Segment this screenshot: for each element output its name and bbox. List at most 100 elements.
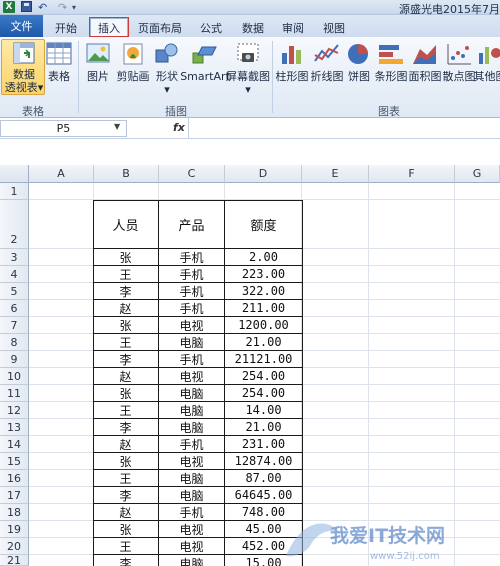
table-cell-amount[interactable]: 211.00 <box>225 300 303 317</box>
row-header-18[interactable]: 18 <box>0 504 29 521</box>
row-header-1[interactable]: 1 <box>0 183 29 200</box>
table-cell-product[interactable]: 电脑 <box>159 555 225 566</box>
table-cell-person[interactable]: 赵 <box>93 504 159 521</box>
table-cell-product[interactable]: 手机 <box>159 266 225 283</box>
table-cell-amount[interactable]: 21.00 <box>225 334 303 351</box>
row-header-7[interactable]: 7 <box>0 317 29 334</box>
area-chart-button[interactable]: 面积图 <box>408 41 442 83</box>
table-cell-product[interactable]: 手机 <box>159 504 225 521</box>
row-header-4[interactable]: 4 <box>0 266 29 283</box>
table-cell-amount[interactable]: 254.00 <box>225 368 303 385</box>
line-chart-button[interactable]: 折线图 <box>310 41 344 83</box>
column-header-d[interactable]: D <box>225 165 302 183</box>
pivot-table-button[interactable]: 数据 透视表▾ <box>4 41 44 94</box>
table-cell-amount[interactable]: 12874.00 <box>225 453 303 470</box>
table-cell-person[interactable]: 王 <box>93 402 159 419</box>
row-header-16[interactable]: 16 <box>0 470 29 487</box>
row-header-6[interactable]: 6 <box>0 300 29 317</box>
row-header-8[interactable]: 8 <box>0 334 29 351</box>
tab-home[interactable]: 开始 <box>46 18 86 37</box>
row-header-2[interactable]: 2 <box>0 200 29 249</box>
header-cell-amount[interactable]: 额度 <box>225 200 303 249</box>
other-charts-button[interactable]: 其他图 <box>474 41 500 83</box>
customize-quick-access-icon[interactable]: ▾ <box>72 1 76 13</box>
table-cell-product[interactable]: 手机 <box>159 300 225 317</box>
scatter-chart-button[interactable]: 散点图 <box>442 41 476 83</box>
select-all-corner[interactable] <box>0 165 29 183</box>
row-header-17[interactable]: 17 <box>0 487 29 504</box>
save-icon[interactable] <box>21 1 32 12</box>
tab-review[interactable]: 审阅 <box>277 18 309 37</box>
column-header-c[interactable]: C <box>159 165 225 183</box>
table-cell-amount[interactable]: 2.00 <box>225 249 303 266</box>
table-cell-person[interactable]: 王 <box>93 470 159 487</box>
table-cell-product[interactable]: 电视 <box>159 317 225 334</box>
row-header-13[interactable]: 13 <box>0 419 29 436</box>
table-cell-amount[interactable]: 254.00 <box>225 385 303 402</box>
screenshot-button[interactable]: 屏幕截图 ▾ <box>226 41 270 96</box>
row-header-11[interactable]: 11 <box>0 385 29 402</box>
smartart-button[interactable]: SmartArt <box>180 41 230 83</box>
table-cell-product[interactable]: 电视 <box>159 538 225 555</box>
bar-chart-button[interactable]: 条形图 <box>374 41 408 83</box>
table-cell-person[interactable]: 赵 <box>93 368 159 385</box>
table-cell-person[interactable]: 李 <box>93 283 159 300</box>
table-cell-person[interactable]: 赵 <box>93 300 159 317</box>
table-cell-product[interactable]: 手机 <box>159 351 225 368</box>
row-header-20[interactable]: 20 <box>0 538 29 555</box>
table-cell-amount[interactable]: 231.00 <box>225 436 303 453</box>
column-header-e[interactable]: E <box>302 165 369 183</box>
table-cell-amount[interactable]: 223.00 <box>225 266 303 283</box>
table-cell-person[interactable]: 张 <box>93 249 159 266</box>
tab-formulas[interactable]: 公式 <box>193 18 229 37</box>
table-cell-person[interactable]: 王 <box>93 334 159 351</box>
table-cell-person[interactable]: 张 <box>93 385 159 402</box>
table-cell-amount[interactable]: 1200.00 <box>225 317 303 334</box>
table-cell-person[interactable]: 王 <box>93 266 159 283</box>
name-box-dropdown-icon[interactable]: ▼ <box>114 122 120 131</box>
table-cell-product[interactable]: 电脑 <box>159 385 225 402</box>
pie-chart-button[interactable]: 饼图 <box>345 41 373 83</box>
table-cell-product[interactable]: 手机 <box>159 436 225 453</box>
redo-icon[interactable]: ↷ <box>58 1 67 14</box>
tab-view[interactable]: 视图 <box>318 18 350 37</box>
undo-icon[interactable]: ↶ <box>38 1 47 14</box>
table-cell-person[interactable]: 张 <box>93 521 159 538</box>
column-header-f[interactable]: F <box>369 165 455 183</box>
table-cell-amount[interactable]: 21.00 <box>225 419 303 436</box>
row-header-14[interactable]: 14 <box>0 436 29 453</box>
column-header-a[interactable]: A <box>29 165 94 183</box>
table-cell-person[interactable]: 张 <box>93 453 159 470</box>
name-box[interactable]: P5 <box>0 120 127 137</box>
row-header-15[interactable]: 15 <box>0 453 29 470</box>
row-header-5[interactable]: 5 <box>0 283 29 300</box>
table-cell-product[interactable]: 电视 <box>159 368 225 385</box>
column-header-g[interactable]: G <box>455 165 500 183</box>
table-cell-person[interactable]: 李 <box>93 487 159 504</box>
table-cell-product[interactable]: 电视 <box>159 453 225 470</box>
table-cell-amount[interactable]: 21121.00 <box>225 351 303 368</box>
table-cell-person[interactable]: 张 <box>93 317 159 334</box>
column-header-b[interactable]: B <box>94 165 159 183</box>
table-cell-amount[interactable]: 322.00 <box>225 283 303 300</box>
table-cell-product[interactable]: 电脑 <box>159 487 225 504</box>
picture-button[interactable]: 图片 <box>83 41 113 83</box>
header-cell-product[interactable]: 产品 <box>159 200 225 249</box>
header-cell-person[interactable]: 人员 <box>93 200 159 249</box>
fx-icon[interactable]: fx <box>173 121 185 134</box>
table-cell-product[interactable]: 手机 <box>159 283 225 300</box>
table-cell-person[interactable]: 王 <box>93 538 159 555</box>
table-cell-person[interactable]: 李 <box>93 419 159 436</box>
table-cell-person[interactable]: 赵 <box>93 436 159 453</box>
tab-insert[interactable]: 插入 <box>89 17 129 37</box>
table-cell-amount[interactable]: 14.00 <box>225 402 303 419</box>
table-cell-product[interactable]: 电脑 <box>159 470 225 487</box>
table-cell-product[interactable]: 电视 <box>159 521 225 538</box>
table-cell-product[interactable]: 手机 <box>159 249 225 266</box>
tab-file[interactable]: 文件 <box>0 15 43 37</box>
column-chart-button[interactable]: 柱形图 <box>275 41 309 83</box>
row-header-3[interactable]: 3 <box>0 249 29 266</box>
table-cell-person[interactable]: 李 <box>93 555 159 566</box>
table-cell-product[interactable]: 电脑 <box>159 334 225 351</box>
clipart-button[interactable]: 剪贴画 <box>114 41 152 83</box>
